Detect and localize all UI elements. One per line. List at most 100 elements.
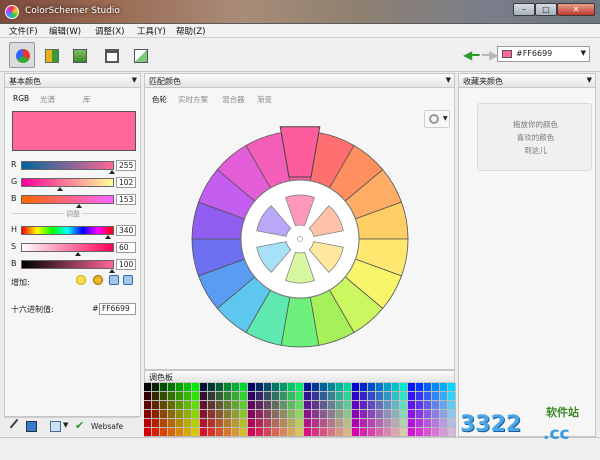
save-icon[interactable] <box>26 421 37 432</box>
palette-swatch[interactable] <box>160 419 168 428</box>
darken-bulb-icon[interactable] <box>93 275 103 285</box>
s-slider-thumb[interactable] <box>75 252 81 256</box>
palette-swatch[interactable] <box>272 383 280 392</box>
palette-swatch[interactable] <box>160 392 168 401</box>
palette-swatch[interactable] <box>160 383 168 392</box>
palette-swatch[interactable] <box>448 428 456 437</box>
palette-swatch[interactable] <box>368 419 376 428</box>
palette-swatch[interactable] <box>152 383 160 392</box>
palette-swatch[interactable] <box>176 419 184 428</box>
palette-swatch[interactable] <box>288 401 296 410</box>
palette-swatch[interactable] <box>360 419 368 428</box>
g-value-field[interactable]: 102 <box>116 177 136 188</box>
current-color-dropdown[interactable]: #FF6699 ▼ <box>497 46 590 62</box>
palette-swatch[interactable] <box>432 419 440 428</box>
palette-swatch[interactable] <box>432 392 440 401</box>
palette-swatch[interactable] <box>344 383 352 392</box>
palette-swatch[interactable] <box>376 428 384 437</box>
palette-swatch[interactable] <box>432 428 440 437</box>
palette-swatch[interactable] <box>208 410 216 419</box>
g-slider[interactable] <box>21 178 114 187</box>
palette-swatch[interactable] <box>368 410 376 419</box>
palette-swatch[interactable] <box>320 392 328 401</box>
palette-swatch[interactable] <box>168 428 176 437</box>
palette-swatch[interactable] <box>192 419 200 428</box>
palette-swatch[interactable] <box>392 428 400 437</box>
favorites-drop-zone[interactable]: 拖放你的颜色 喜欢的颜色 到这儿 <box>477 103 592 171</box>
lighten-bulb-icon[interactable] <box>76 275 86 285</box>
palette-swatch[interactable] <box>272 401 280 410</box>
forward-arrow-icon[interactable]: ━▶ <box>482 49 498 61</box>
palette-swatch[interactable] <box>440 410 448 419</box>
palette-swatch[interactable] <box>304 428 312 437</box>
palette-swatch[interactable] <box>408 392 416 401</box>
palette-swatch[interactable] <box>304 419 312 428</box>
open-palette-button[interactable] <box>38 42 64 68</box>
r-slider[interactable] <box>21 161 114 170</box>
menu-file[interactable]: 文件(F) <box>9 25 38 37</box>
palette-swatch[interactable] <box>328 401 336 410</box>
palette-swatch[interactable] <box>296 419 304 428</box>
palette-swatch[interactable] <box>352 410 360 419</box>
palette-swatch[interactable] <box>192 428 200 437</box>
palette-swatch[interactable] <box>304 401 312 410</box>
palette-swatch[interactable] <box>168 410 176 419</box>
palette-swatch[interactable] <box>424 410 432 419</box>
close-button[interactable]: ✕ <box>557 3 595 16</box>
palette-swatch[interactable] <box>232 401 240 410</box>
palette-swatch[interactable] <box>400 428 408 437</box>
palette-swatch[interactable] <box>240 419 248 428</box>
b-slider-thumb[interactable] <box>76 204 82 208</box>
palette-swatch[interactable] <box>328 383 336 392</box>
palette-swatch[interactable] <box>168 419 176 428</box>
palette-swatch[interactable] <box>248 383 256 392</box>
palette-swatch[interactable] <box>256 392 264 401</box>
palette-swatch[interactable] <box>184 392 192 401</box>
palette-swatch[interactable] <box>392 383 400 392</box>
palette-swatch[interactable] <box>304 410 312 419</box>
palette-swatch[interactable] <box>408 419 416 428</box>
palette-swatch[interactable] <box>232 428 240 437</box>
r-slider-thumb[interactable] <box>109 170 115 174</box>
palette-swatch[interactable] <box>248 410 256 419</box>
color-palette-grid[interactable] <box>144 383 456 437</box>
palette-swatch[interactable] <box>296 392 304 401</box>
palette-swatch[interactable] <box>408 428 416 437</box>
palette-swatch[interactable] <box>224 410 232 419</box>
palette-swatch[interactable] <box>328 419 336 428</box>
menu-tools[interactable]: 工具(Y) <box>137 25 166 37</box>
palette-swatch[interactable] <box>168 392 176 401</box>
palette-swatch[interactable] <box>248 428 256 437</box>
palette-swatch[interactable] <box>384 410 392 419</box>
palette-swatch[interactable] <box>376 401 384 410</box>
palette-swatch[interactable] <box>424 419 432 428</box>
palette-swatch[interactable] <box>352 383 360 392</box>
palette-swatch[interactable] <box>376 383 384 392</box>
palette-swatch[interactable] <box>216 383 224 392</box>
palette-swatch[interactable] <box>216 428 224 437</box>
h-value-field[interactable]: 340 <box>116 225 136 236</box>
palette-swatch[interactable] <box>312 392 320 401</box>
wheel-options-button[interactable]: ▼ <box>424 110 450 128</box>
palette-swatch[interactable] <box>224 392 232 401</box>
palette-swatch[interactable] <box>232 410 240 419</box>
palette-swatch[interactable] <box>448 392 456 401</box>
palette-swatch[interactable] <box>336 419 344 428</box>
palette-swatch[interactable] <box>168 401 176 410</box>
palette-swatch[interactable] <box>152 401 160 410</box>
palette-swatch[interactable] <box>328 392 336 401</box>
palette-swatch[interactable] <box>240 383 248 392</box>
palette-swatch[interactable] <box>184 428 192 437</box>
menu-help[interactable]: 帮助(Z) <box>176 25 205 37</box>
palette-swatch[interactable] <box>248 392 256 401</box>
palette-swatch[interactable] <box>352 392 360 401</box>
palette-swatch[interactable] <box>448 401 456 410</box>
palette-swatch[interactable] <box>400 410 408 419</box>
websafe-label[interactable]: Websafe <box>91 422 123 433</box>
palette-swatch[interactable] <box>216 401 224 410</box>
r-value-field[interactable]: 255 <box>116 160 136 171</box>
palette-swatch[interactable] <box>232 392 240 401</box>
palette-swatch[interactable] <box>424 401 432 410</box>
palette-swatch[interactable] <box>200 428 208 437</box>
palette-swatch[interactable] <box>200 383 208 392</box>
